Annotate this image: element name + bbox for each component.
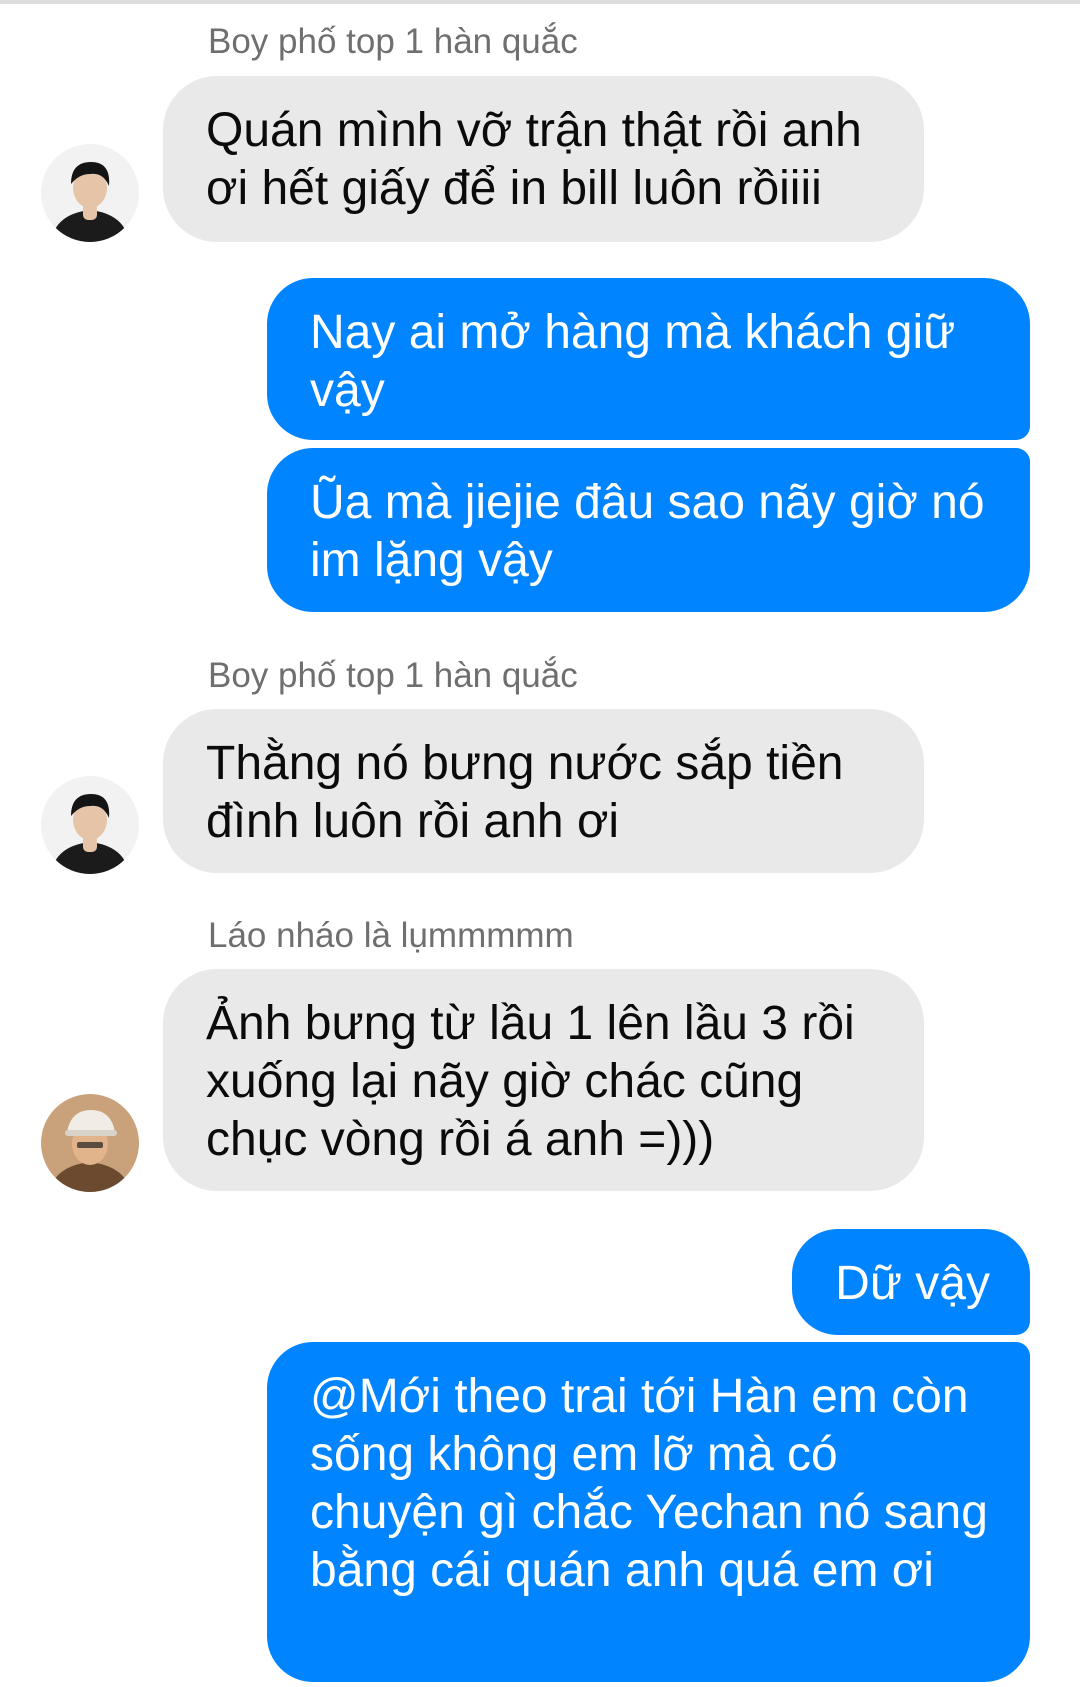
- outgoing-message-bubble[interactable]: Dữ vậy: [792, 1229, 1030, 1335]
- incoming-message-bubble[interactable]: Thằng nó bưng nước sắp tiền đình luôn rồ…: [163, 709, 924, 873]
- sender-name: Láo nháo là lụmmmmm: [208, 916, 574, 955]
- avatar-photo-icon: [41, 144, 139, 242]
- sender-name: Boy phố top 1 hàn quắc: [208, 656, 578, 695]
- sender-name: Boy phố top 1 hàn quắc: [208, 22, 578, 61]
- avatar-photo-icon: [41, 1094, 139, 1192]
- avatar-boy-pho-icon[interactable]: [41, 776, 139, 874]
- avatar-boy-pho-icon[interactable]: [41, 144, 139, 242]
- avatar-photo-icon: [41, 776, 139, 874]
- avatar-lao-nhao-icon[interactable]: [41, 1094, 139, 1192]
- outgoing-message-bubble[interactable]: Ũa mà jiejie đâu sao nãy giờ nó im lặng …: [267, 448, 1030, 612]
- outgoing-message-bubble[interactable]: Nay ai mở hàng mà khách giữ vậy: [267, 278, 1030, 440]
- top-divider: [0, 0, 1080, 4]
- incoming-message-bubble[interactable]: Ảnh bưng từ lầu 1 lên lầu 3 rồi xuống lạ…: [163, 969, 924, 1191]
- outgoing-message-bubble[interactable]: @Mới theo trai tới Hàn em còn sống không…: [267, 1342, 1030, 1682]
- incoming-message-bubble[interactable]: Quán mình vỡ trận thật rồi anh ơi hết gi…: [163, 76, 924, 242]
